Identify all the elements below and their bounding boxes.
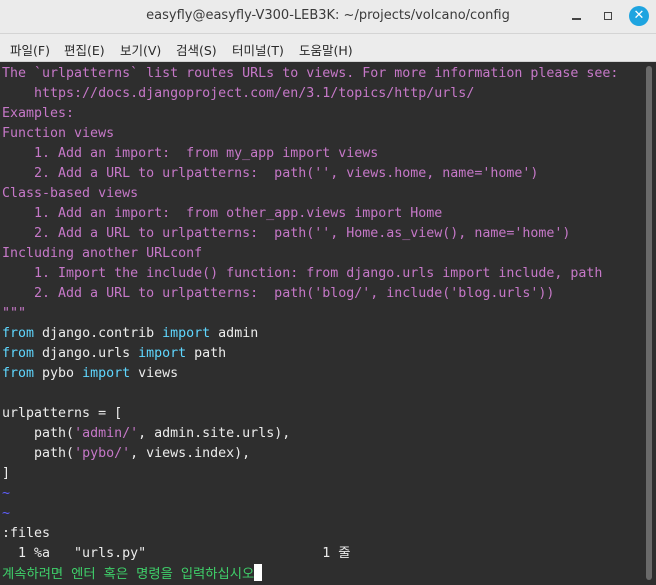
menu-terminal[interactable]: 터미널(T) (232, 40, 284, 59)
string-literal: 'admin/' (74, 426, 139, 441)
doc-line: Function views (2, 126, 115, 141)
keyword: from (2, 326, 35, 341)
empty-line-marker: ~ (2, 486, 11, 501)
path-call: path( (2, 446, 75, 461)
menu-help[interactable]: 도움말(H) (299, 40, 353, 59)
urlpatterns-line: urlpatterns = [ (2, 406, 123, 421)
module-name: pybo (34, 366, 83, 381)
doc-line: 2. Add a URL to urlpatterns: path('', vi… (2, 166, 539, 181)
close-button[interactable]: ✕ (629, 6, 649, 26)
text-cursor (254, 564, 263, 581)
doc-line: Including another URLconf (2, 246, 203, 261)
window-title: easyfly@easyfly-V300-LEB3K: ~/projects/v… (146, 8, 510, 23)
maximize-icon (604, 12, 612, 20)
continue-prompt: 계속하려면 엔터 혹은 명령을 입력하십시오 (2, 564, 263, 584)
import-name: views (130, 366, 179, 381)
doc-line: Examples: (2, 106, 75, 121)
scrollbar-thumb[interactable] (646, 66, 652, 580)
menu-file[interactable]: 파일(F) (10, 40, 50, 59)
path-call: path( (2, 426, 75, 441)
path-line: path('pybo/', views.index), (2, 444, 250, 464)
import-name: admin (210, 326, 259, 341)
keyword: import (162, 326, 211, 341)
minimize-icon (571, 18, 581, 20)
empty-line-marker: ~ (2, 506, 11, 521)
import-line: from django.urls import path (2, 344, 226, 364)
menu-bar: 파일(F) 편집(E) 보기(V) 검색(S) 터미널(T) 도움말(H) (0, 34, 656, 62)
keyword: import (138, 346, 187, 361)
close-bracket-line: ] (2, 466, 11, 481)
doc-line: https://docs.djangoproject.com/en/3.1/to… (2, 86, 475, 101)
keyword: import (82, 366, 131, 381)
path-line: path('admin/', admin.site.urls), (2, 424, 290, 444)
buffer-list-line: 1 %a "urls.py" 1 줄 (2, 546, 351, 561)
terminal-window: easyfly@easyfly-V300-LEB3K: ~/projects/v… (0, 0, 656, 585)
module-name: django.urls (34, 346, 139, 361)
module-name: django.contrib (34, 326, 163, 341)
import-name: path (186, 346, 227, 361)
path-args: , admin.site.urls), (138, 426, 291, 441)
scrollbar[interactable] (643, 62, 656, 585)
menu-view[interactable]: 보기(V) (120, 40, 161, 59)
terminal-content[interactable]: The `urlpatterns` list routes URLs to vi… (0, 62, 643, 585)
string-literal: 'pybo/' (74, 446, 131, 461)
maximize-button[interactable] (598, 6, 618, 26)
menu-edit[interactable]: 편집(E) (64, 40, 105, 59)
doc-line: The `urlpatterns` list routes URLs to vi… (2, 66, 619, 81)
menu-search[interactable]: 검색(S) (176, 40, 217, 59)
import-line: from pybo import views (2, 364, 178, 384)
doc-line: 2. Add a URL to urlpatterns: path('blog/… (2, 286, 555, 301)
doc-line: 1. Import the include() function: from d… (2, 266, 603, 281)
import-line: from django.contrib import admin (2, 324, 258, 344)
keyword: from (2, 366, 35, 381)
prompt-text: 계속하려면 엔터 혹은 명령을 입력하십시오 (2, 567, 255, 582)
doc-line: """ (2, 306, 27, 321)
doc-line: 1. Add an import: from other_app.views i… (2, 206, 443, 221)
path-args: , views.index), (130, 446, 251, 461)
minimize-button[interactable] (566, 6, 586, 26)
close-icon: ✕ (633, 8, 645, 23)
command-line: :files (2, 526, 51, 541)
keyword: from (2, 346, 35, 361)
doc-line: 1. Add an import: from my_app import vie… (2, 146, 379, 161)
doc-line: 2. Add a URL to urlpatterns: path('', Ho… (2, 226, 571, 241)
title-bar[interactable]: easyfly@easyfly-V300-LEB3K: ~/projects/v… (0, 0, 656, 34)
doc-line: Class-based views (2, 186, 139, 201)
